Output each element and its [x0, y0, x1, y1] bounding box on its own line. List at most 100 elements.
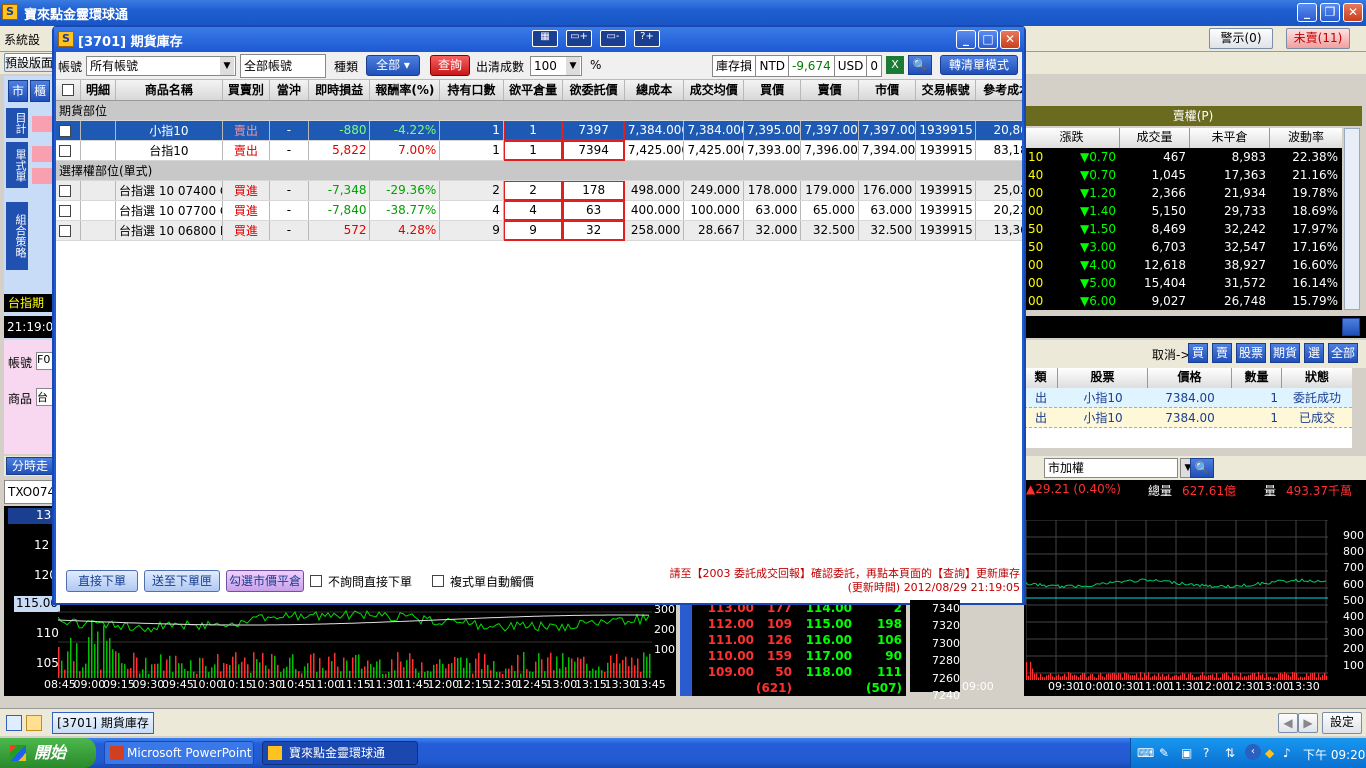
tab-otc[interactable]: 櫃 [30, 80, 50, 102]
put-row[interactable]: 00 ▼4.00 12,618 38,927 16.60% [1024, 256, 1342, 274]
dialog-maximize-icon[interactable]: □ [978, 30, 998, 49]
row-checkbox-cell[interactable] [56, 220, 82, 241]
taskbar-item-powerpoint[interactable]: Microsoft PowerPoint ... [104, 741, 254, 765]
window-list-icon[interactable] [6, 715, 22, 731]
dialog-close-icon[interactable]: ✕ [1000, 30, 1020, 49]
panel-toggle-icon[interactable] [1342, 318, 1360, 336]
order-row[interactable]: 出 小指10 7384.00 1 委託成功 [1024, 388, 1352, 408]
side-swatch-2[interactable] [32, 146, 52, 162]
excel-icon[interactable]: X [886, 56, 904, 74]
close-qty-cell[interactable]: 9 [502, 219, 564, 241]
symbol-input[interactable]: TXO074 [4, 480, 56, 504]
table-row[interactable]: 台指選 10 06800 P 買進 -572 4.28% 9 9 32 258.000 28.6… [56, 219, 1022, 241]
direct-order-button[interactable]: 直接下單 [66, 570, 138, 592]
type-button[interactable]: 全部 ▾ [366, 55, 420, 76]
select-all-checkbox[interactable] [62, 84, 75, 97]
market-close-button[interactable]: 勾選市價平倉 [226, 570, 304, 592]
col-header-13[interactable]: 市價 [858, 80, 917, 101]
tray-app-icon[interactable]: ◆ [1265, 746, 1274, 760]
col-header-7[interactable]: 欲平倉量 [503, 80, 564, 101]
index-select[interactable]: 市加權 [1044, 458, 1178, 478]
col-header-0[interactable]: 明細 [80, 80, 116, 101]
account-select-arrow-icon[interactable]: ▼ [220, 57, 234, 75]
close-icon[interactable]: ✕ [1343, 3, 1363, 22]
close-qty-arrow-icon[interactable]: ▼ [566, 57, 580, 75]
unfilled-button[interactable]: 未賣(11) [1286, 28, 1350, 49]
minimize-icon[interactable]: _ [1297, 3, 1317, 22]
table-row[interactable]: 台指10 賣出 -5,822 7.00% 1 1 7394 7,425.000 7,425.00… [56, 139, 1022, 161]
default-layout-button[interactable]: 預設版面 [4, 53, 54, 72]
send-to-box-button[interactable]: 送至下單匣 [144, 570, 220, 592]
help-icon[interactable]: ?+ [634, 30, 660, 47]
cancel-filter-2[interactable]: 股票 [1236, 343, 1266, 363]
list-mode-button[interactable]: 轉清單模式 [940, 55, 1018, 75]
row-checkbox-cell[interactable] [56, 180, 82, 201]
account-input[interactable]: 全部帳號 [240, 54, 326, 78]
auto-trigger-checkbox[interactable] [432, 575, 444, 587]
folder-icon[interactable] [26, 715, 42, 731]
cancel-filter-5[interactable]: 全部 [1328, 343, 1358, 363]
order-price-cell[interactable]: 178 [562, 179, 625, 201]
task-tab-3701[interactable]: [3701] 期貨庫存 [52, 712, 154, 734]
put-row[interactable]: 00 ▼5.00 15,404 31,572 16.14% [1024, 274, 1342, 292]
network-icon[interactable]: ⇅ [1225, 746, 1235, 760]
dialog-minimize-icon[interactable]: _ [956, 30, 976, 49]
taskbar-item-app[interactable]: 寶來點金靈環球通 [262, 741, 418, 765]
side-swatch-3[interactable] [32, 168, 52, 184]
row-checkbox[interactable] [59, 204, 71, 217]
volume-icon[interactable]: ♪ [1283, 746, 1291, 760]
alert-button[interactable]: 警示(0) [1209, 28, 1273, 49]
row-checkbox[interactable] [59, 144, 71, 157]
table-row[interactable]: 小指10 賣出 - -880 -4.22% 1 1 7397 7,384.000 7,384.00… [56, 119, 1022, 141]
layout-remove-icon[interactable]: ▭- [600, 30, 626, 47]
order-price-cell[interactable]: 63 [562, 199, 625, 221]
keyboard-icon[interactable]: ⌨ [1137, 746, 1154, 760]
col-header-9[interactable]: 總成本 [624, 80, 685, 101]
cancel-filter-4[interactable]: 選 [1304, 343, 1324, 363]
col-header-4[interactable]: 即時損益 [308, 80, 371, 101]
put-row[interactable]: 00 ▼6.00 9,027 26,748 15.79% [1024, 292, 1342, 310]
col-header-5[interactable]: 報酬率(%) [369, 80, 441, 101]
help-tray-icon[interactable]: ? [1203, 746, 1209, 760]
tab-intraday[interactable]: 分時走 [6, 457, 54, 475]
order-price-cell[interactable]: 7394 [562, 139, 625, 161]
col-header-6[interactable]: 持有口數 [439, 80, 504, 101]
detail-cell[interactable] [80, 180, 116, 201]
col-header-3[interactable]: 當沖 [269, 80, 309, 101]
query-button[interactable]: 查詢 [430, 55, 470, 76]
col-header-1[interactable]: 商品名稱 [115, 80, 223, 101]
row-checkbox-cell[interactable] [56, 200, 82, 221]
select-all-cell[interactable] [56, 80, 82, 101]
row-checkbox[interactable] [59, 184, 71, 197]
ime-icon[interactable]: ▣ [1181, 746, 1192, 760]
table-row[interactable]: 台指選 10 07700 C 買進 - -7,840 -38.77% 4 4 63 400.00… [56, 199, 1022, 221]
detail-cell[interactable] [80, 200, 116, 221]
order-row[interactable]: 出 小指10 7384.00 1 已成交 [1024, 408, 1352, 428]
row-checkbox[interactable] [59, 224, 71, 237]
put-row[interactable]: 40 ▼0.70 1,045 17,363 21.16% [1024, 166, 1342, 184]
put-scrollbar[interactable] [1344, 128, 1360, 310]
tray-expand-icon[interactable]: ‹ [1245, 744, 1261, 760]
row-checkbox-cell[interactable] [56, 120, 82, 141]
col-header-15[interactable]: 參考成本 [975, 80, 1022, 101]
put-row[interactable]: 50 ▼1.50 8,469 32,242 17.97% [1024, 220, 1342, 238]
put-row[interactable]: 00 ▼1.20 2,366 21,934 19.78% [1024, 184, 1342, 202]
find-icon[interactable]: 🔍 [908, 55, 932, 75]
cancel-filter-3[interactable]: 期貨 [1270, 343, 1300, 363]
prev-tab-icon[interactable]: ◀ [1278, 713, 1298, 733]
order-price-cell[interactable]: 7397 [562, 119, 625, 141]
no-ask-checkbox[interactable] [310, 575, 322, 587]
detail-cell[interactable] [80, 140, 116, 161]
put-row[interactable]: 10 ▼0.70 467 8,983 22.38% [1024, 148, 1342, 166]
close-qty-cell[interactable]: 2 [502, 179, 564, 201]
side-swatch-1[interactable] [32, 116, 52, 132]
tab-market[interactable]: 市 [8, 80, 28, 102]
menu-system[interactable]: 系統設 [4, 31, 40, 48]
close-qty-cell[interactable]: 4 [502, 199, 564, 221]
col-header-12[interactable]: 賣價 [800, 80, 859, 101]
layout-grid-icon[interactable]: ▦ [532, 30, 558, 47]
cancel-filter-0[interactable]: 買 [1188, 343, 1208, 363]
col-header-14[interactable]: 交易帳號 [915, 80, 976, 101]
cancel-filter-1[interactable]: 賣 [1212, 343, 1232, 363]
settings-button[interactable]: 設定 [1322, 712, 1362, 734]
